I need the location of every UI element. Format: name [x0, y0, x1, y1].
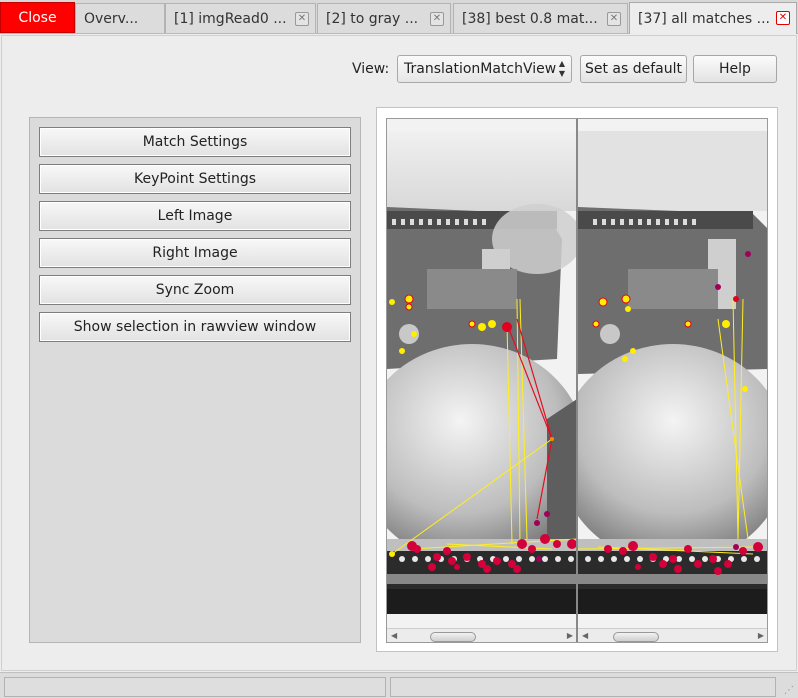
- tab-label: [37] all matches ...: [638, 10, 770, 27]
- tab-close-icon[interactable]: ✕: [776, 11, 790, 25]
- spinner-arrows-icon: ▲ ▼: [558, 59, 565, 78]
- tab-close-icon[interactable]: ✕: [607, 12, 621, 26]
- sync-zoom-button[interactable]: Sync Zoom: [39, 275, 351, 305]
- tab-overview[interactable]: Overv...: [75, 3, 165, 33]
- left-image-button[interactable]: Left Image: [39, 201, 351, 231]
- match-view[interactable]: ◀ ▶ ◀ ▶: [386, 118, 768, 643]
- left-image-scrollbar[interactable]: ◀ ▶: [387, 628, 577, 642]
- scrollbar-thumb[interactable]: [613, 632, 659, 642]
- set-as-default-button[interactable]: Set as default: [580, 55, 687, 83]
- right-image-button[interactable]: Right Image: [39, 238, 351, 268]
- view-select[interactable]: TranslationMatchView ▲ ▼: [397, 55, 572, 83]
- app-window: Close Overv... [1] imgRead0 ... ✕ [2] to…: [0, 0, 798, 698]
- right-image: [578, 119, 767, 629]
- tab-close-icon[interactable]: ✕: [430, 12, 444, 26]
- tab-best-matches[interactable]: [38] best 0.8 mat... ✕: [453, 3, 628, 33]
- view-select-value: TranslationMatchView: [404, 61, 557, 77]
- settings-panel: [29, 117, 361, 643]
- tab-close-icon[interactable]: ✕: [295, 12, 309, 26]
- status-field-right: [390, 677, 776, 697]
- right-image-scrollbar[interactable]: ◀ ▶: [578, 628, 767, 642]
- scroll-right-icon[interactable]: ▶: [567, 631, 573, 640]
- status-bar: ⋰: [0, 672, 798, 698]
- show-selection-rawview-button[interactable]: Show selection in rawview window: [39, 312, 351, 342]
- scrollbar-thumb[interactable]: [430, 632, 476, 642]
- resize-grip-icon[interactable]: ⋰: [784, 685, 794, 696]
- close-button[interactable]: Close: [0, 2, 75, 33]
- tab-label: [1] imgRead0 ...: [174, 10, 287, 27]
- left-image: [387, 119, 577, 629]
- match-settings-button[interactable]: Match Settings: [39, 127, 351, 157]
- tab-to-gray[interactable]: [2] to gray ... ✕: [317, 3, 451, 33]
- tab-label: [38] best 0.8 mat...: [462, 10, 598, 27]
- tab-bar: Close Overv... [1] imgRead0 ... ✕ [2] to…: [0, 0, 798, 34]
- tab-label: Overv...: [84, 10, 139, 27]
- keypoint-settings-button[interactable]: KeyPoint Settings: [39, 164, 351, 194]
- left-image-pane[interactable]: ◀ ▶: [387, 119, 577, 642]
- scroll-left-icon[interactable]: ◀: [391, 631, 397, 640]
- tab-all-matches[interactable]: [37] all matches ... ✕: [629, 2, 797, 34]
- right-image-pane[interactable]: ◀ ▶: [578, 119, 767, 642]
- help-button[interactable]: Help: [693, 55, 777, 83]
- scroll-left-icon[interactable]: ◀: [582, 631, 588, 640]
- tab-label: [2] to gray ...: [326, 10, 419, 27]
- view-label: View:: [352, 61, 390, 77]
- scroll-right-icon[interactable]: ▶: [758, 631, 764, 640]
- status-field-left: [4, 677, 386, 697]
- tab-imgread0[interactable]: [1] imgRead0 ... ✕: [165, 3, 316, 33]
